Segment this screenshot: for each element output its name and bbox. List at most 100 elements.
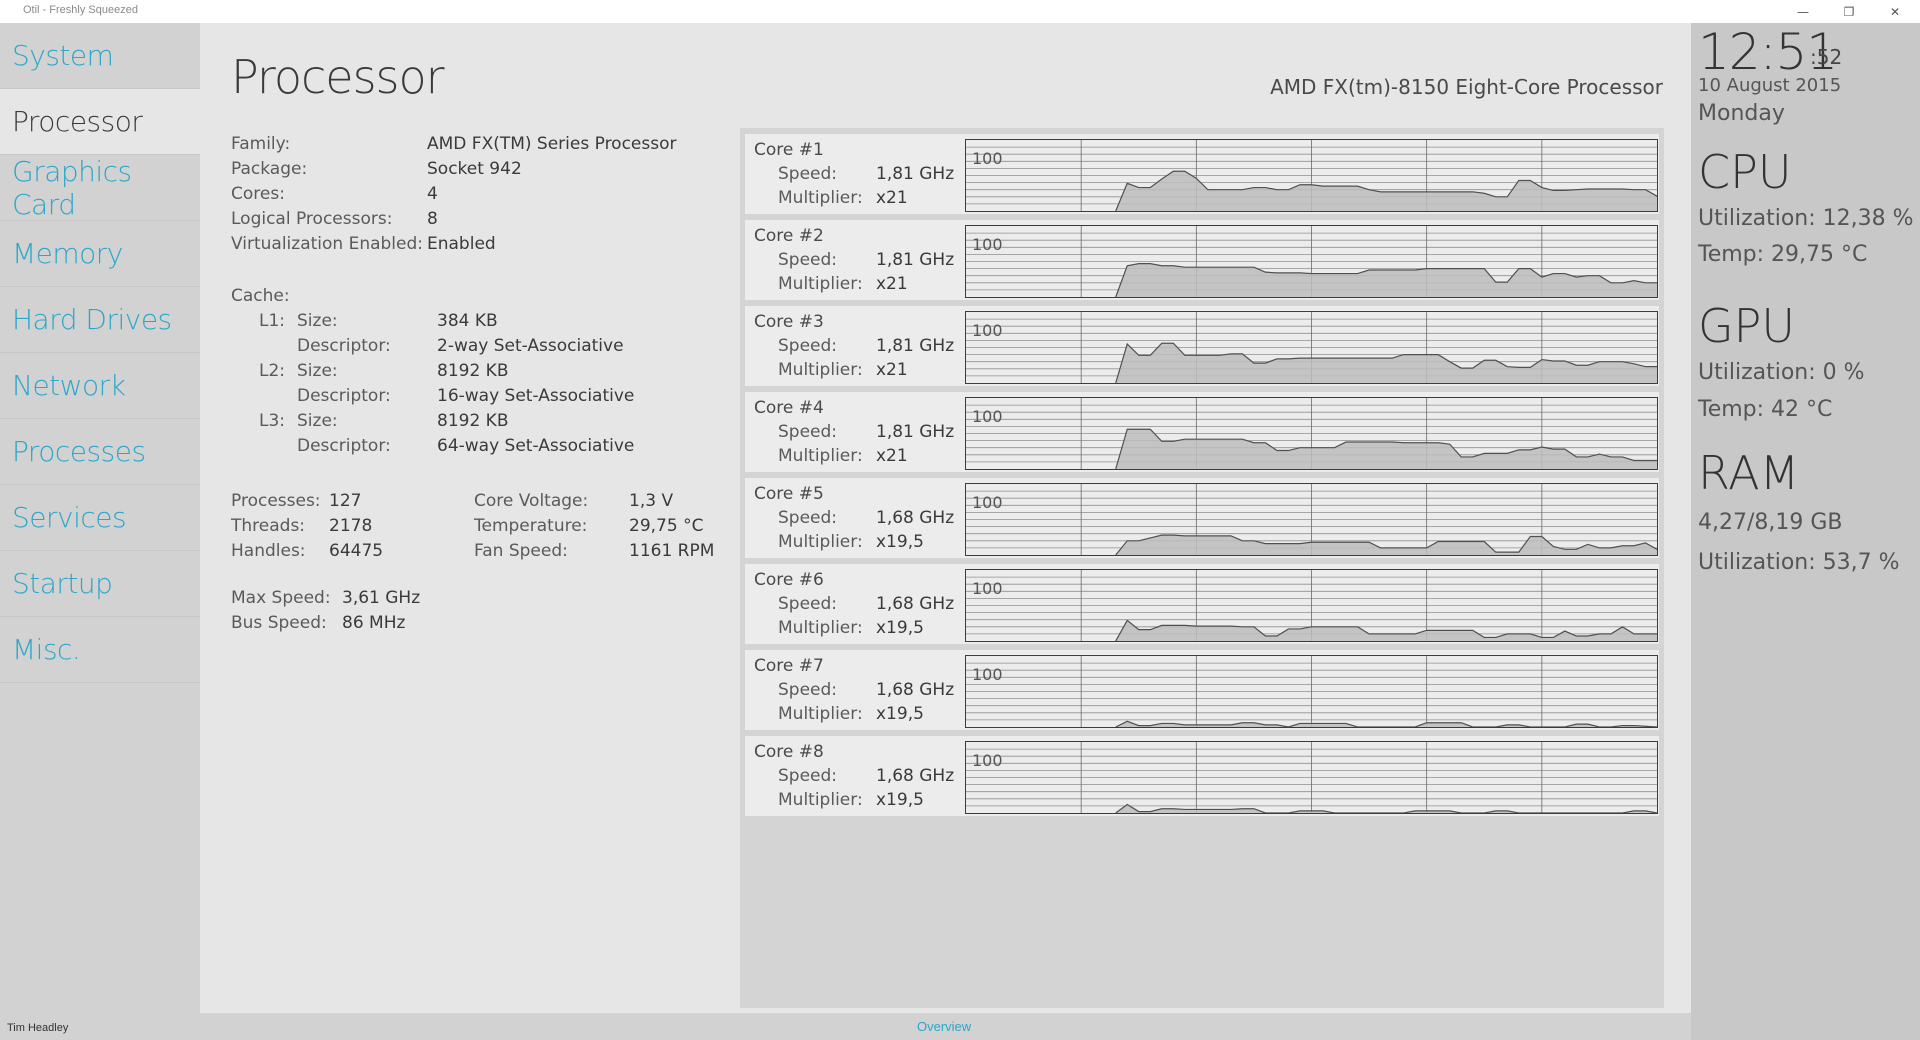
utilization-area xyxy=(1115,620,1657,641)
sidebar-item-graphics-card[interactable]: Graphics Card xyxy=(0,155,200,221)
sidebar-item-processor[interactable]: Processor xyxy=(0,89,200,155)
close-icon: ✕ xyxy=(1889,4,1901,19)
graph-canvas xyxy=(966,398,1657,469)
maximize-button[interactable]: ❐ xyxy=(1826,0,1872,23)
gpu-temp: Temp: 42 °C xyxy=(1698,397,1833,422)
cpu-utilization: Utilization: 12,38 % xyxy=(1698,206,1914,231)
cache-size: 8192 KB xyxy=(437,360,509,381)
cpu-temp: Temp: 29,75 °C xyxy=(1698,242,1868,267)
ram-heading: RAM xyxy=(1698,446,1800,500)
user-name: Tim Headley xyxy=(7,1022,69,1034)
info-row-package: Package: Socket 942 xyxy=(231,156,677,181)
sidebar-item-memory[interactable]: Memory xyxy=(0,221,200,287)
count-row-threads: Threads: 2178 xyxy=(231,515,373,536)
speed-row-bus: Bus Speed: 86 MHz xyxy=(231,612,406,633)
cpu-heading: CPU xyxy=(1698,145,1792,199)
info-label: Cores: xyxy=(231,183,285,204)
graph-scale-label: 100 xyxy=(972,235,1003,254)
core-speed-value: 1,68 GHz xyxy=(876,594,955,614)
core-row: Core #2 Speed: 1,81 GHz Multiplier: x21 100 xyxy=(745,220,1659,300)
sidebar-item-label: Network xyxy=(12,369,126,402)
restore-icon: ❐ xyxy=(1843,4,1855,19)
cache-level: L3: xyxy=(259,410,286,431)
core-utilization-graph: 100 xyxy=(965,397,1658,470)
cache-l1-descriptor: Descriptor: 2-way Set-Associative xyxy=(297,335,624,356)
clock-date: 10 August 2015 xyxy=(1698,75,1842,96)
cpu-model-name: AMD FX(tm)-8150 Eight-Core Processor xyxy=(1270,75,1663,99)
info-row-family: Family: AMD FX(TM) Series Processor xyxy=(231,131,677,156)
core-speed-value: 1,81 GHz xyxy=(876,422,955,442)
sidebar-item-label: Processor xyxy=(12,105,143,138)
core-row: Core #5 Speed: 1,68 GHz Multiplier: x19,5 100 xyxy=(745,478,1659,558)
sidebar-item-label: Services xyxy=(12,501,127,534)
core-multiplier-label: Multiplier: xyxy=(778,360,863,380)
core-multiplier-label: Multiplier: xyxy=(778,790,863,810)
processor-page: Processor AMD FX(tm)-8150 Eight-Core Pro… xyxy=(200,23,1691,1013)
core-utilization-graph: 100 xyxy=(965,139,1658,212)
sidebar-item-misc[interactable]: Misc. xyxy=(0,617,200,683)
sidebar-item-hard-drives[interactable]: Hard Drives xyxy=(0,287,200,353)
sidebar-item-network[interactable]: Network xyxy=(0,353,200,419)
core-speed-value: 1,68 GHz xyxy=(876,680,955,700)
core-multiplier-label: Multiplier: xyxy=(778,188,863,208)
cache-l3-size: L3: Size: 8192 KB xyxy=(259,410,509,431)
core-multiplier-value: x21 xyxy=(876,360,908,380)
sidebar-item-startup[interactable]: Startup xyxy=(0,551,200,617)
core-multiplier-label: Multiplier: xyxy=(778,618,863,638)
close-button[interactable]: ✕ xyxy=(1872,0,1918,23)
sidebar-item-label: Startup xyxy=(12,567,113,600)
sidebar-item-label: Processes xyxy=(12,435,146,468)
core-multiplier-label: Multiplier: xyxy=(778,446,863,466)
minimize-button[interactable]: — xyxy=(1780,0,1826,23)
core-row: Core #7 Speed: 1,68 GHz Multiplier: x19,5 100 xyxy=(745,650,1659,730)
core-speed-label: Speed: xyxy=(778,508,838,528)
window-title: Otil - Freshly Squeezed xyxy=(23,4,138,16)
sidebar-item-label: Hard Drives xyxy=(12,303,172,336)
core-list[interactable]: Core #1 Speed: 1,81 GHz Multiplier: x21 100 Co… xyxy=(740,128,1664,1008)
sidebar-item-system[interactable]: System xyxy=(0,23,200,89)
count-row-processes: Processes: 127 xyxy=(231,490,362,511)
minimize-icon: — xyxy=(1797,4,1809,19)
page-title: Processor xyxy=(231,50,445,104)
info-label: Virtualization Enabled: xyxy=(231,233,424,254)
graph-scale-label: 100 xyxy=(972,493,1003,512)
core-utilization-graph: 100 xyxy=(965,483,1658,556)
graph-canvas xyxy=(966,226,1657,297)
graph-scale-label: 100 xyxy=(972,407,1003,426)
utilization-area xyxy=(1115,535,1657,555)
core-speed-label: Speed: xyxy=(778,422,838,442)
core-speed-label: Speed: xyxy=(778,766,838,786)
core-multiplier-label: Multiplier: xyxy=(778,274,863,294)
process-counts: Processes: 127 Threads: 2178 Handles: 64475 xyxy=(231,488,383,563)
graph-scale-label: 100 xyxy=(972,751,1003,770)
core-row: Core #8 Speed: 1,68 GHz Multiplier: x19,5 100 xyxy=(745,736,1659,816)
speed-row-max: Max Speed: 3,61 GHz xyxy=(231,587,421,608)
sidebar-item-services[interactable]: Services xyxy=(0,485,200,551)
core-speed-value: 1,81 GHz xyxy=(876,164,955,184)
graph-canvas xyxy=(966,484,1657,555)
graph-canvas xyxy=(966,570,1657,641)
overview-tab[interactable]: Overview xyxy=(917,1019,971,1034)
graph-scale-label: 100 xyxy=(972,579,1003,598)
core-speed-value: 1,68 GHz xyxy=(876,766,955,786)
count-row-handles: Handles: 64475 xyxy=(231,540,384,561)
graph-canvas xyxy=(966,312,1657,383)
clock-day: Monday xyxy=(1698,101,1785,126)
core-row: Core #6 Speed: 1,68 GHz Multiplier: x19,5 100 xyxy=(745,564,1659,644)
summary-panel: 12:51 :52 10 August 2015 Monday CPU Util… xyxy=(1691,23,1920,1040)
cache-level: L1: xyxy=(259,310,286,331)
graph-scale-label: 100 xyxy=(972,149,1003,168)
core-utilization-graph: 100 xyxy=(965,569,1658,642)
core-utilization-graph: 100 xyxy=(965,311,1658,384)
core-name: Core #5 xyxy=(754,484,824,504)
info-value: AMD FX(TM) Series Processor xyxy=(427,133,677,154)
cache-l2-descriptor: Descriptor: 16-way Set-Associative xyxy=(297,385,635,406)
sidebar-item-processes[interactable]: Processes xyxy=(0,419,200,485)
sidebar-item-label: Misc. xyxy=(12,633,81,666)
core-multiplier-value: x19,5 xyxy=(876,618,924,638)
core-name: Core #6 xyxy=(754,570,824,590)
ram-usage: 4,27/8,19 GB xyxy=(1698,510,1843,535)
sensor-row-temperature: Temperature: 29,75 °C xyxy=(474,515,704,536)
footer-bar: Overview xyxy=(200,1013,1691,1040)
info-row-cores: Cores: 4 xyxy=(231,181,677,206)
